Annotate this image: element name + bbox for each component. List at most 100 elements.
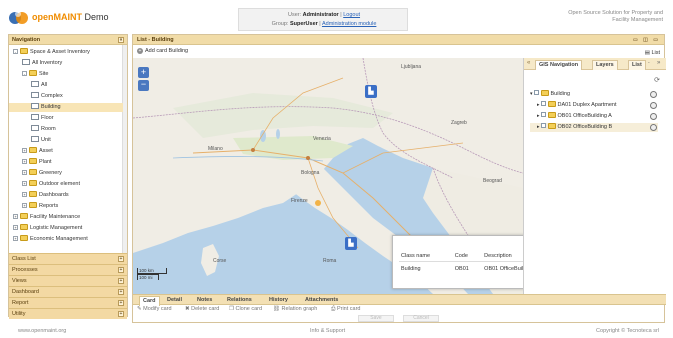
accordion-dashboard[interactable]: Dashboard + <box>9 286 127 297</box>
tree-item-asset[interactable]: + Asset <box>9 147 123 156</box>
tab-gis-navigation[interactable]: GIS Navigation <box>535 60 583 70</box>
tab-relations[interactable]: Relations <box>227 297 252 303</box>
collapse-icon[interactable]: « <box>118 37 124 43</box>
collapse-icon[interactable]: - <box>22 71 27 76</box>
accordion-views[interactable]: Views + <box>9 275 127 286</box>
expand-icon[interactable]: + <box>13 236 18 241</box>
clone-card-button[interactable]: ❐ Clone card <box>229 306 262 312</box>
expand-icon[interactable]: + <box>22 170 27 175</box>
tree-item-dashboards[interactable]: + Dashboards <box>9 191 123 200</box>
tree-item-floor[interactable]: Floor <box>9 114 123 123</box>
tree-item-unit[interactable]: Unit <box>9 136 123 145</box>
tab-layers[interactable]: Layers <box>592 60 618 70</box>
tree-item-facility-maintenance[interactable]: + Facility Maintenance <box>9 213 123 222</box>
tree-item-label: Reports <box>39 203 59 209</box>
tree-item-room[interactable]: Room <box>9 125 123 134</box>
save-button[interactable]: Save <box>358 315 394 322</box>
refresh-icon[interactable]: ⟳ <box>654 76 660 84</box>
tree-item-all[interactable]: All <box>9 81 123 90</box>
footer-support-link[interactable]: Info & Support <box>310 328 345 334</box>
tab-attachments[interactable]: Attachments <box>305 297 338 303</box>
layer-checkbox[interactable] <box>540 123 546 128</box>
expand-icon[interactable]: + <box>22 192 27 197</box>
tree-item-complex[interactable]: Complex <box>9 92 123 101</box>
expand-icon[interactable]: + <box>118 289 124 295</box>
tab-history[interactable]: History <box>269 297 288 303</box>
footer-website-link[interactable]: www.openmaint.org <box>18 328 66 334</box>
expand-icon[interactable]: + <box>13 214 18 219</box>
expand-icon[interactable]: + <box>118 300 124 306</box>
logout-link[interactable]: Logout <box>343 12 360 18</box>
main-toolbar: + Add card Building ▤ List <box>133 45 664 58</box>
delete-card-button[interactable]: ✖ Delete card <box>185 306 219 312</box>
admin-module-link[interactable]: Administration module <box>322 21 376 27</box>
tree-item-logistic-management[interactable]: + Logistic Management <box>9 224 123 233</box>
gis-tree-item-ob01-officebuilding-a[interactable]: ▸ OB01 OfficeBuilding A <box>530 112 658 121</box>
list-button[interactable]: ▤ List <box>645 50 660 56</box>
navigation-accordion: Class List + Processes + Views + Dashboard + Rep… <box>9 253 127 319</box>
tab-list[interactable]: List <box>628 60 646 70</box>
expand-icon[interactable]: ▸ <box>537 102 540 108</box>
gis-tree-item-ob02-officebuilding-b[interactable]: ▸ OB02 OfficeBuilding B <box>530 123 658 132</box>
building-marker[interactable]: ▙ <box>365 85 377 98</box>
print-card-button[interactable]: ⎙ Print card <box>331 306 360 313</box>
tree-item-all-inventory[interactable]: All Inventory <box>9 59 123 68</box>
map-view[interactable]: Ljubljana Zagreb Milano Venezia Bologna Firen… <box>133 58 523 294</box>
expand-icon[interactable]: + <box>22 159 27 164</box>
tree-item-space-asset-inventory[interactable]: - Space & Asset Inventory <box>9 48 123 57</box>
tab-menu-icon[interactable]: - <box>648 60 650 66</box>
tab-notes[interactable]: Notes <box>197 297 212 303</box>
gear-icon[interactable] <box>650 113 657 120</box>
expand-icon[interactable]: + <box>13 225 18 230</box>
tree-item-greenery[interactable]: + Greenery <box>9 169 123 178</box>
gis-tree-item-da01-duplex-apartment[interactable]: ▸ DA01 Duplex Apartment <box>530 101 658 110</box>
modify-card-button[interactable]: ✎ Modify card <box>137 306 172 312</box>
tree-item-site[interactable]: - Site <box>9 70 123 79</box>
add-card-button[interactable]: + Add card Building <box>137 48 188 54</box>
tree-item-economic-management[interactable]: + Economic Management <box>9 235 123 244</box>
tree-item-reports[interactable]: + Reports <box>9 202 123 211</box>
accordion-processes[interactable]: Processes + <box>9 264 127 275</box>
gear-icon[interactable] <box>650 91 657 98</box>
tree-item-plant[interactable]: + Plant <box>9 158 123 167</box>
scale-mi: 100 mi <box>137 274 159 280</box>
popup-row[interactable]: Building OB01 OB01 OfficeBuilding A <box>399 262 523 276</box>
expand-icon[interactable]: « <box>527 60 530 66</box>
expand-icon[interactable]: ▸ <box>537 113 540 119</box>
gear-icon[interactable] <box>650 124 657 131</box>
gis-tree-item-building[interactable]: ▾ Building <box>530 90 658 99</box>
cancel-button[interactable]: Cancel <box>403 315 439 322</box>
layer-checkbox[interactable] <box>540 101 546 106</box>
tagline-line-2: Facility Management <box>612 17 663 23</box>
expand-icon[interactable]: + <box>22 148 27 153</box>
accordion-utility[interactable]: Utility + <box>9 308 127 319</box>
tree-item-building[interactable]: Building <box>9 103 123 112</box>
expand-icon[interactable]: ▸ <box>537 124 540 130</box>
tree-item-outdoor-element[interactable]: + Outdoor element <box>9 180 123 189</box>
folder-icon <box>20 48 28 54</box>
relation-graph-button[interactable]: ⛓ Relation graph <box>273 306 317 312</box>
expand-icon[interactable]: + <box>118 311 124 317</box>
tree-item-label: Unit <box>41 137 51 143</box>
window-tools-icon[interactable]: ▭ ◫ ▭ <box>633 37 660 43</box>
gear-icon[interactable] <box>650 102 657 109</box>
accordion-label: Report <box>12 300 29 306</box>
tab-scroll-icon[interactable]: » <box>657 60 660 66</box>
expand-icon[interactable]: + <box>118 256 124 262</box>
expand-icon[interactable]: + <box>22 181 27 186</box>
zoom-out-button[interactable]: − <box>138 80 149 91</box>
layer-checkbox[interactable] <box>533 90 539 95</box>
accordion-class-list[interactable]: Class List + <box>9 253 127 264</box>
layer-checkbox[interactable] <box>540 112 546 117</box>
expand-icon[interactable]: + <box>22 203 27 208</box>
expand-icon[interactable]: + <box>118 267 124 273</box>
accordion-report[interactable]: Report + <box>9 297 127 308</box>
zoom-in-button[interactable]: + <box>138 67 149 78</box>
building-marker[interactable]: ▙ <box>345 237 357 250</box>
expand-icon[interactable]: + <box>118 278 124 284</box>
map-label: Corse <box>213 258 227 264</box>
collapse-icon[interactable]: ▾ <box>530 91 533 97</box>
tab-detail[interactable]: Detail <box>167 297 182 303</box>
collapse-icon[interactable]: - <box>13 49 18 54</box>
main-panel: List - Building ▭ ◫ ▭ + Add card Building… <box>132 34 666 323</box>
